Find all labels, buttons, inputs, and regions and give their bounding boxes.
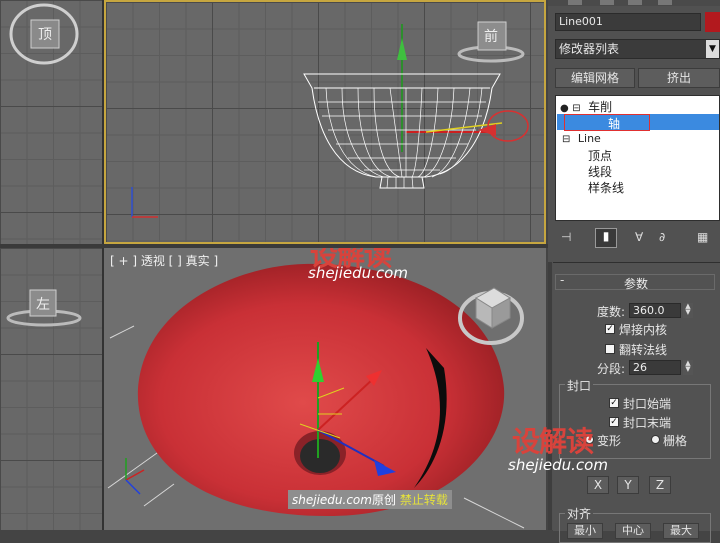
object-name-field[interactable]: Line001: [555, 13, 701, 31]
flip-normals-checkbox[interactable]: [605, 344, 615, 354]
grid-label: 栅格: [663, 434, 688, 448]
segments-spinner[interactable]: ▲ ▼: [683, 360, 693, 375]
segments-label: 分段:: [597, 362, 626, 376]
stack-segment-row[interactable]: 线段: [588, 163, 612, 180]
panel-tab-strip: [548, 0, 720, 6]
align-center-button[interactable]: 中心: [615, 523, 651, 539]
direction-y-button[interactable]: Y: [617, 476, 639, 494]
rollout-collapse-icon[interactable]: -: [560, 273, 564, 287]
watermark-url-bottom: shejiedu.com: [508, 456, 608, 474]
edit-mesh-button[interactable]: 编辑网格: [555, 68, 635, 88]
stack-axis-highlight: [564, 114, 650, 131]
stack-axis-label: 轴: [608, 117, 621, 131]
viewcube-left[interactable]: [0, 278, 100, 338]
pin-stack-icon[interactable]: ⊣: [561, 230, 571, 244]
panel-tab-icon[interactable]: [658, 0, 672, 5]
viewport-front[interactable]: 前: [104, 0, 546, 244]
rollout-header[interactable]: - 参数: [555, 273, 715, 291]
degrees-label: 度数:: [597, 305, 626, 319]
viewcube-front-label: 前: [484, 29, 498, 45]
parameters-rollout: - 参数 度数: 360.0 ▲ ▼ ✓ 焊接内核 翻转法线 分段: 26 ▲ ▼ …: [553, 262, 720, 543]
expand-icon[interactable]: ⊟: [562, 134, 570, 145]
stack-toolbar: ⊣ ▮ ∀ ∂ ▦: [555, 228, 720, 248]
viewport-top[interactable]: 顶: [0, 0, 102, 244]
lightbulb-icon[interactable]: ●: [560, 103, 569, 114]
align-group-label: 对齐: [565, 505, 594, 522]
chevron-down-icon: ▼: [706, 40, 719, 58]
stack-line-row[interactable]: ⊟ Line: [562, 132, 601, 145]
capping-group-label: 封口: [565, 377, 594, 394]
watermark-logo-bottom: 设解读: [512, 425, 594, 458]
cap-end-label: 封口末端: [623, 416, 672, 430]
align-max-button[interactable]: 最大: [663, 523, 699, 539]
stack-line-label: Line: [577, 132, 601, 145]
stack-lathe-row[interactable]: ● ⊟ 车削: [560, 98, 612, 115]
viewport-divider-horizontal[interactable]: [0, 244, 548, 248]
rollout-title: 参数: [624, 277, 649, 291]
weld-core-label: 焊接内核: [619, 323, 668, 337]
weld-core-checkbox[interactable]: ✓: [605, 324, 615, 334]
watermark-footer-original: 原创: [371, 493, 396, 507]
modifier-list-dropdown[interactable]: 修改器列表 ▼: [555, 39, 720, 59]
viewport-divider-vertical[interactable]: [102, 0, 104, 530]
watermark-footer: shejiedu.com原创 禁止转载: [288, 490, 452, 509]
morph-label: 变形: [597, 434, 622, 448]
align-min-button[interactable]: 最小: [567, 523, 603, 539]
viewcube-top-label: 顶: [38, 27, 52, 43]
stack-vertex-row[interactable]: 顶点: [588, 147, 612, 164]
show-end-result-icon[interactable]: ▮: [595, 228, 617, 248]
collapse-icon[interactable]: ⊟: [572, 103, 580, 114]
viewcube-perspective[interactable]: [458, 278, 528, 348]
stack-lathe-label: 车削: [588, 100, 613, 114]
remove-modifier-icon[interactable]: ∂: [659, 230, 665, 244]
watermark-footer-forbid: 禁止转载: [399, 493, 448, 507]
viewcube-left-label: 左: [36, 297, 50, 313]
segments-input[interactable]: 26: [629, 360, 681, 375]
panel-tab-icon[interactable]: [628, 0, 642, 5]
viewport-left[interactable]: 左: [0, 248, 102, 530]
object-color-swatch[interactable]: [705, 12, 720, 32]
direction-z-button[interactable]: Z: [649, 476, 671, 494]
degrees-input[interactable]: 360.0: [629, 303, 681, 318]
cap-start-label: 封口始端: [623, 397, 672, 411]
degrees-spinner[interactable]: ▲ ▼: [683, 303, 693, 318]
cap-start-checkbox[interactable]: ✓: [609, 398, 619, 408]
extrude-button[interactable]: 挤出: [638, 68, 720, 88]
configure-sets-icon[interactable]: ▦: [697, 230, 708, 244]
modifier-list-label: 修改器列表: [559, 42, 620, 56]
watermark-footer-site: shejiedu.com: [292, 493, 372, 507]
viewport-perspective[interactable]: [ + ] 透视 [ ] 真实 ] 设解读 shejiedu.com sheji…: [104, 248, 546, 530]
panel-scrollbar[interactable]: [548, 262, 552, 530]
direction-x-button[interactable]: X: [587, 476, 609, 494]
modifier-stack[interactable]: ● ⊟ 车削 轴 ⊟ Line 顶点 线段 样条线: [555, 95, 720, 221]
grid-radio[interactable]: [651, 435, 660, 444]
cap-end-checkbox[interactable]: ✓: [609, 417, 619, 427]
flip-normals-label: 翻转法线: [619, 343, 668, 357]
stack-spline-row[interactable]: 样条线: [588, 179, 624, 196]
panel-tab-icon[interactable]: [600, 0, 614, 5]
panel-tab-icon[interactable]: [568, 0, 582, 5]
make-unique-icon[interactable]: ∀: [635, 230, 643, 244]
watermark-url-top: shejiedu.com: [308, 264, 408, 282]
